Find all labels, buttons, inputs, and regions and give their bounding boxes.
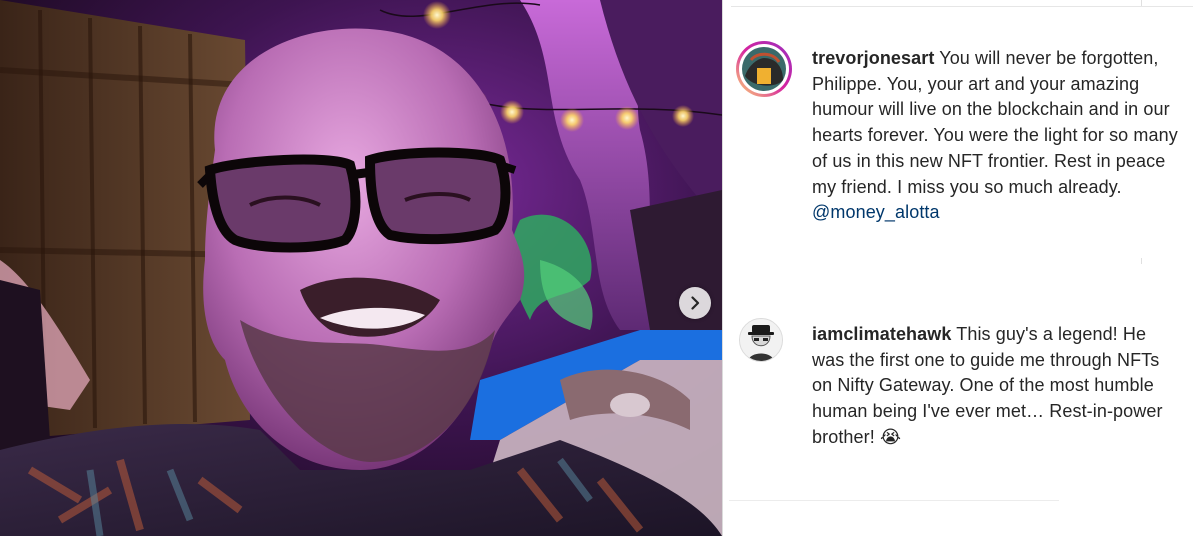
chevron-right-icon [691, 296, 700, 310]
avatar-icon [740, 319, 782, 361]
comment-text: iamclimatehawk This guy's a legend! He w… [812, 322, 1182, 451]
comment-body: You will never be forgotten, Philippe. Y… [812, 48, 1178, 197]
comments-panel: trevorjonesart You will never be forgott… [722, 0, 1194, 536]
divider [1141, 0, 1142, 6]
avatar-icon [736, 41, 792, 97]
avatar[interactable] [739, 318, 783, 362]
avatar[interactable] [735, 40, 793, 98]
comment-username[interactable]: trevorjonesart [812, 48, 934, 68]
photo-illustration [0, 0, 722, 536]
divider [731, 6, 1193, 7]
next-photo-button[interactable] [679, 287, 711, 319]
post-photo[interactable] [0, 0, 722, 536]
comment-username[interactable]: iamclimatehawk [812, 324, 951, 344]
comment-text: trevorjonesart You will never be forgott… [812, 46, 1182, 226]
crying-emoji-icon: 😭 [879, 426, 902, 447]
divider [729, 500, 1059, 501]
comment-mention[interactable]: @money_alotta [812, 202, 940, 222]
divider [1141, 258, 1142, 264]
